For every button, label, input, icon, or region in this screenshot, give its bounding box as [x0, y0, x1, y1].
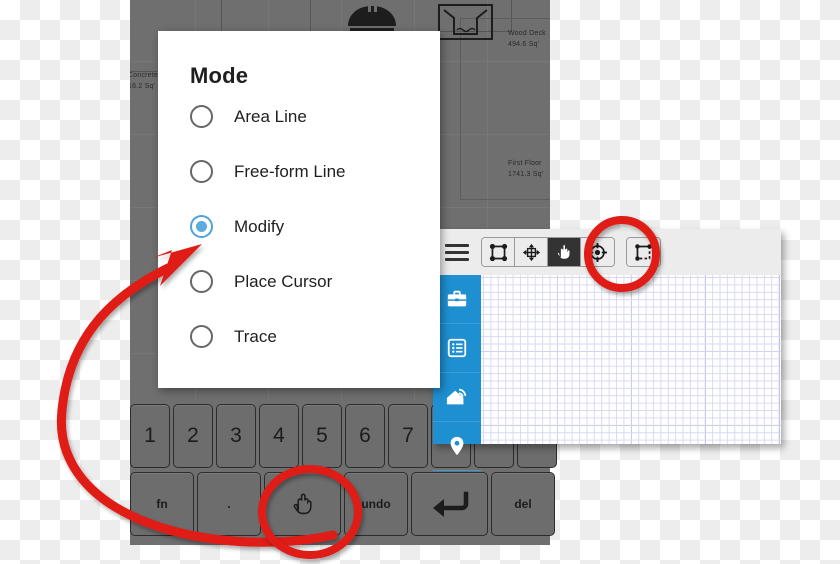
blueprint-label-area: 16.2 Sq' [130, 83, 156, 90]
key-enter[interactable] [411, 472, 488, 536]
radio-button[interactable] [190, 105, 213, 128]
measurement-panel [433, 229, 781, 471]
move-tool[interactable] [515, 238, 548, 266]
key-7[interactable]: 7 [388, 404, 428, 468]
mode-option-label: Area Line [234, 106, 307, 126]
target-cursor-tool[interactable] [581, 238, 614, 266]
key-6[interactable]: 6 [345, 404, 385, 468]
mode-option-free-form-line[interactable]: Free-form Line [158, 144, 440, 199]
mode-option-label: Place Cursor [234, 271, 333, 291]
radio-button[interactable] [190, 325, 213, 348]
sidebar-item-list[interactable] [433, 324, 481, 373]
mode-option-list: Area Line Free-form Line Modify Place Curso… [158, 89, 440, 364]
radio-button[interactable] [190, 215, 213, 238]
blueprint-label-area: 494.6 Sq' [508, 41, 540, 48]
dialog-title: Mode [190, 63, 249, 88]
blueprint-label-area: 1741.3 Sq' [508, 171, 544, 178]
key-fn[interactable]: fn [130, 472, 194, 536]
mode-option-modify[interactable]: Modify [158, 199, 440, 254]
partial-rectangle-tool[interactable] [627, 238, 660, 266]
mode-option-label: Modify [234, 216, 285, 236]
mode-option-label: Free-form Line [234, 161, 346, 181]
key-5[interactable]: 5 [302, 404, 342, 468]
key-4[interactable]: 4 [259, 404, 299, 468]
location-pin-icon [450, 436, 464, 456]
key-del[interactable]: del [491, 472, 555, 536]
key-3[interactable]: 3 [216, 404, 256, 468]
tool-group-primary [481, 237, 615, 267]
panel-toolbar [433, 229, 781, 275]
hand-cursor-icon [293, 493, 312, 515]
radio-button[interactable] [190, 270, 213, 293]
key-undo[interactable]: undo [344, 472, 408, 536]
sidebar-item-home-wifi[interactable] [433, 373, 481, 422]
mode-option-place-cursor[interactable]: Place Cursor [158, 254, 440, 309]
sidebar-item-briefcase[interactable] [433, 275, 481, 324]
mode-option-label: Trace [234, 326, 277, 346]
panel-sidebar [433, 275, 481, 471]
tool-group-secondary [626, 237, 661, 267]
sidebar-item-location[interactable] [433, 422, 481, 471]
enter-arrow-icon [432, 491, 468, 517]
radio-button[interactable] [190, 160, 213, 183]
mode-option-area-line[interactable]: Area Line [158, 89, 440, 144]
hamburger-menu-icon[interactable] [433, 243, 481, 261]
blueprint-label-text: First Floor [508, 160, 542, 167]
blueprint-label: Wood Deck 494.6 Sq' [508, 28, 546, 50]
home-wifi-icon [446, 388, 467, 405]
graph-paper-grid[interactable] [481, 275, 781, 444]
mode-option-trace[interactable]: Trace [158, 309, 440, 364]
key-2[interactable]: 2 [173, 404, 213, 468]
briefcase-icon [447, 290, 467, 307]
key-hand-cursor[interactable] [264, 472, 341, 536]
key-1[interactable]: 1 [130, 404, 170, 468]
blueprint-label: First Floor 1741.3 Sq' [508, 158, 543, 180]
keyboard-function-row: fn. undo del [130, 472, 558, 536]
mode-dialog: Mode Area Line Free-form Line Modify Place … [158, 31, 440, 388]
list-icon [447, 338, 467, 358]
blueprint-label-text: Wood Deck [508, 30, 546, 37]
hand-modify-tool[interactable] [548, 238, 581, 266]
key-period[interactable]: . [197, 472, 261, 536]
sink-symbol-icon [438, 4, 493, 40]
polygon-shape-tool[interactable] [482, 238, 515, 266]
